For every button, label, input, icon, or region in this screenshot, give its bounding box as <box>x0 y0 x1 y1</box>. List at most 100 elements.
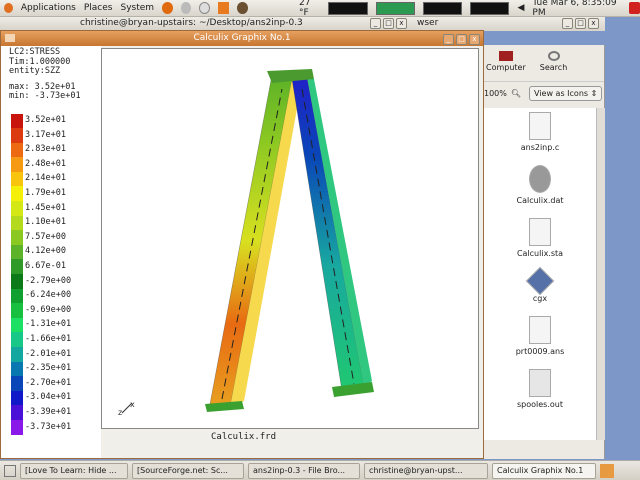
min-label: min: -3.73e+01 <box>9 91 81 101</box>
mem-monitor[interactable] <box>375 1 415 15</box>
firefox-icon[interactable] <box>162 2 173 14</box>
reel-file-icon <box>529 165 551 193</box>
help-icon[interactable] <box>199 2 211 14</box>
legend-value: 3.52e+01 <box>25 115 66 126</box>
file-item[interactable]: ans2inp.c <box>484 112 596 152</box>
calculix-titlebar[interactable]: Calculix Graphix No.1 _ □ x <box>1 31 483 46</box>
view-mode-select[interactable]: View as Icons ⇕ <box>529 86 603 101</box>
legend-entry: -9.69e+00 <box>11 303 101 318</box>
app-icon[interactable] <box>218 2 229 14</box>
legend-swatch <box>11 347 23 362</box>
workspace-switcher[interactable] <box>600 463 614 478</box>
window-title: Calculix Graphix No.1 <box>193 33 291 43</box>
task-button[interactable]: ans2inp-0.3 - File Bro... <box>248 462 360 479</box>
weather[interactable]: 27 °F <box>299 0 320 18</box>
legend-swatch <box>11 419 23 435</box>
legend-swatch <box>11 186 23 202</box>
file-item[interactable]: cgx <box>484 266 596 303</box>
legend-value: 6.67e-01 <box>25 260 66 271</box>
task-button[interactable]: christine@bryan-upst... <box>364 462 488 479</box>
close-button[interactable]: x <box>588 18 599 29</box>
entity-label: entity:SZZ <box>9 66 61 76</box>
load-monitor[interactable] <box>470 1 510 15</box>
file-item[interactable]: Calculix.sta <box>484 218 596 258</box>
text-file-icon <box>529 316 551 344</box>
close-button[interactable]: x <box>469 34 480 45</box>
app-icon-2[interactable] <box>236 2 248 14</box>
search-label: Search <box>539 63 568 72</box>
file-name: prt0009.ans <box>515 347 565 356</box>
text-file-icon <box>529 369 551 397</box>
legend-value: -9.69e+00 <box>25 304 72 315</box>
legend-swatch <box>11 157 23 172</box>
menu-places[interactable]: Places <box>84 3 113 13</box>
legend-swatch <box>11 376 23 391</box>
clock[interactable]: Tue Mar 6, 8:35:09 PM <box>532 0 621 18</box>
legend-value: -3.39e+01 <box>25 406 72 417</box>
computer-icon <box>498 51 513 61</box>
power-icon[interactable] <box>629 2 640 14</box>
c-file-icon <box>529 112 551 140</box>
legend-swatch <box>11 405 23 420</box>
legend-value: 4.12e+00 <box>25 246 66 257</box>
legend-entry: -1.31e+01 <box>11 317 101 333</box>
legend-value: -2.01e+01 <box>25 348 72 359</box>
text-file-icon <box>529 218 551 246</box>
search-button[interactable]: Search <box>540 51 567 81</box>
file-item[interactable]: prt0009.ans <box>484 316 596 356</box>
maximize-button[interactable]: □ <box>575 18 586 29</box>
top-panel: Applications Places System 27 °F ◀ Tue M… <box>0 0 640 18</box>
task-button[interactable]: [SourceForge.net: Sc... <box>132 462 244 479</box>
legend-entry: 3.52e+01 <box>11 113 101 129</box>
ubuntu-logo-icon <box>4 3 13 13</box>
color-legend: 3.52e+01 3.17e+01 2.83e+01 2.48e+01 2.14e+01… <box>11 113 101 435</box>
minimize-button[interactable]: _ <box>443 34 454 45</box>
minimize-button[interactable]: _ <box>562 18 573 29</box>
file-browser-titlebar[interactable]: wser _ □ x <box>415 17 605 31</box>
net-monitor[interactable] <box>422 1 463 15</box>
legend-value: 2.83e+01 <box>25 144 66 155</box>
legend-value: -1.66e+01 <box>25 333 72 344</box>
minimize-button[interactable]: _ <box>370 18 381 29</box>
legend-value: 7.57e+00 <box>25 231 66 242</box>
file-item[interactable]: Calculix.dat <box>484 165 596 205</box>
zoom-icon[interactable]: 🔍︎ <box>511 89 521 98</box>
menu-applications[interactable]: Applications <box>21 3 76 13</box>
cpu-monitor[interactable] <box>328 1 368 15</box>
search-icon <box>547 51 560 61</box>
legend-entry: -2.35e+01 <box>11 361 101 377</box>
task-button[interactable]: [Love To Learn: Hide ... <box>20 462 128 479</box>
computer-button[interactable]: Computer <box>486 51 526 81</box>
scrollbar[interactable] <box>596 108 605 440</box>
show-desktop-icon[interactable] <box>4 464 16 477</box>
window-menu-icon[interactable] <box>5 34 15 42</box>
legend-value: 2.14e+01 <box>25 173 66 184</box>
terminal-titlebar[interactable]: christine@bryan-upstairs: ~/Desktop/ans2… <box>0 17 415 31</box>
taskbar: [Love To Learn: Hide ... [SourceForge.ne… <box>0 460 640 480</box>
legend-entry: 2.48e+01 <box>11 157 101 172</box>
legend-value: -6.24e+00 <box>25 290 72 301</box>
legend-value: -3.73e+01 <box>25 421 72 432</box>
legend-entry: 1.10e+01 <box>11 215 101 231</box>
calculix-window: Calculix Graphix No.1 _ □ x LC2:STRESS Tim… <box>0 30 484 459</box>
legend-entry: -2.79e+00 <box>11 274 101 289</box>
model-canvas[interactable]: xz <box>101 48 479 429</box>
legend-panel: LC2:STRESS Tim:1.000000 entity:SZZ max: … <box>1 46 101 458</box>
tool-icon[interactable] <box>180 2 192 14</box>
legend-entry: -2.01e+01 <box>11 347 101 362</box>
legend-value: -1.31e+01 <box>25 319 72 330</box>
menu-system[interactable]: System <box>120 3 154 13</box>
beam-model: xz <box>118 69 374 417</box>
file-item[interactable]: spooles.out <box>484 369 596 409</box>
task-button-active[interactable]: Calculix Graphix No.1 <box>492 462 596 479</box>
maximize-button[interactable]: □ <box>456 34 467 45</box>
view-mode-value: View as Icons <box>534 89 589 98</box>
volume-icon[interactable]: ◀ <box>517 3 524 13</box>
legend-value: 3.17e+01 <box>25 129 66 140</box>
close-button[interactable]: x <box>396 18 407 29</box>
legend-value: 2.48e+01 <box>25 158 66 169</box>
legend-entry: 6.67e-01 <box>11 259 101 275</box>
maximize-button[interactable]: □ <box>383 18 394 29</box>
legend-swatch <box>11 274 23 289</box>
legend-swatch <box>11 361 23 377</box>
